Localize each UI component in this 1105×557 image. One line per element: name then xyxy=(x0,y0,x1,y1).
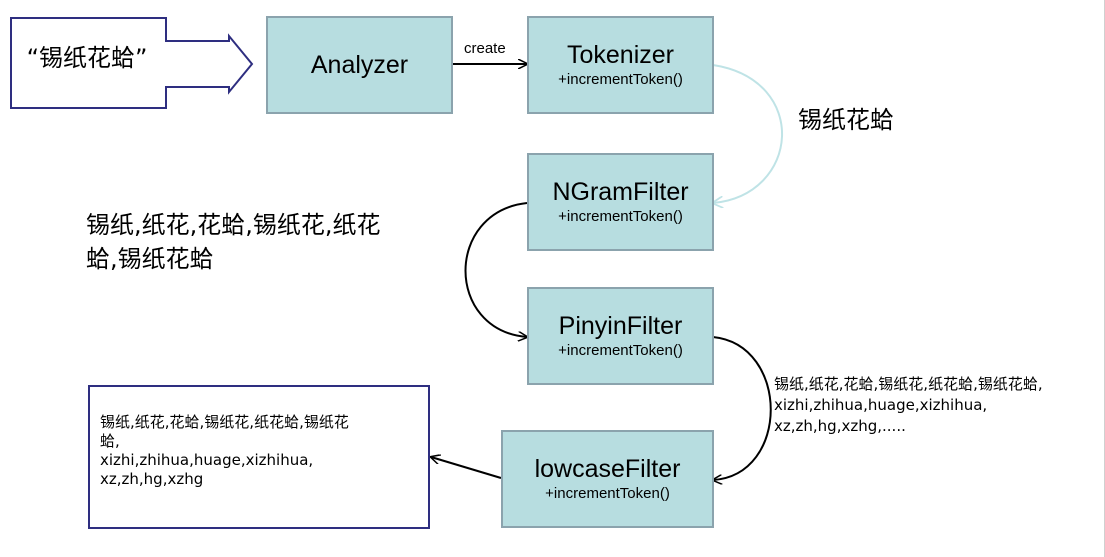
tokenizer-method: +incrementToken() xyxy=(558,71,683,88)
lowcase-filter-method: +incrementToken() xyxy=(545,485,670,502)
pinyin-filter-title: PinyinFilter xyxy=(558,312,683,340)
lowcase-to-output-arrow xyxy=(431,457,502,479)
create-label: create xyxy=(464,40,506,57)
final-output-box: 锡纸,纸花,花蛤,锡纸花,纸花蛤,锡纸花 蛤, xizhi,zhihua,hua… xyxy=(88,385,430,529)
tokenizer-to-ngram-arrow xyxy=(713,64,783,203)
tokenizer-node: Tokenizer +incrementToken() xyxy=(527,16,714,114)
ngram-output-note: 锡纸,纸花,花蛤,锡纸花,纸花 蛤,锡纸花蛤 xyxy=(86,211,381,273)
ngram-filter-node: NGramFilter +incrementToken() xyxy=(527,153,714,251)
lowcase-filter-node: lowcaseFilter +incrementToken() xyxy=(501,430,714,528)
tokenizer-title: Tokenizer xyxy=(567,41,674,69)
ngram-filter-title: NGramFilter xyxy=(552,178,689,206)
tokenizer-output-note: 锡纸花蛤 xyxy=(798,106,894,134)
pinyin-filter-method: +incrementToken() xyxy=(558,342,683,359)
ngram-to-pinyin-arrow xyxy=(464,202,528,337)
pinyin-output-note: 锡纸,纸花,花蛤,锡纸花,纸花蛤,锡纸花蛤, xizhi,zhihua,huag… xyxy=(774,375,1043,435)
ngram-filter-method: +incrementToken() xyxy=(558,208,683,225)
analyzer-title: Analyzer xyxy=(310,51,409,79)
pinyin-to-lowcase-arrow xyxy=(713,336,772,480)
analyzer-node: Analyzer xyxy=(266,16,453,114)
lowcase-filter-title: lowcaseFilter xyxy=(534,455,681,483)
input-text: “锡纸花蛤” xyxy=(26,44,148,72)
pinyin-filter-node: PinyinFilter +incrementToken() xyxy=(527,287,714,385)
